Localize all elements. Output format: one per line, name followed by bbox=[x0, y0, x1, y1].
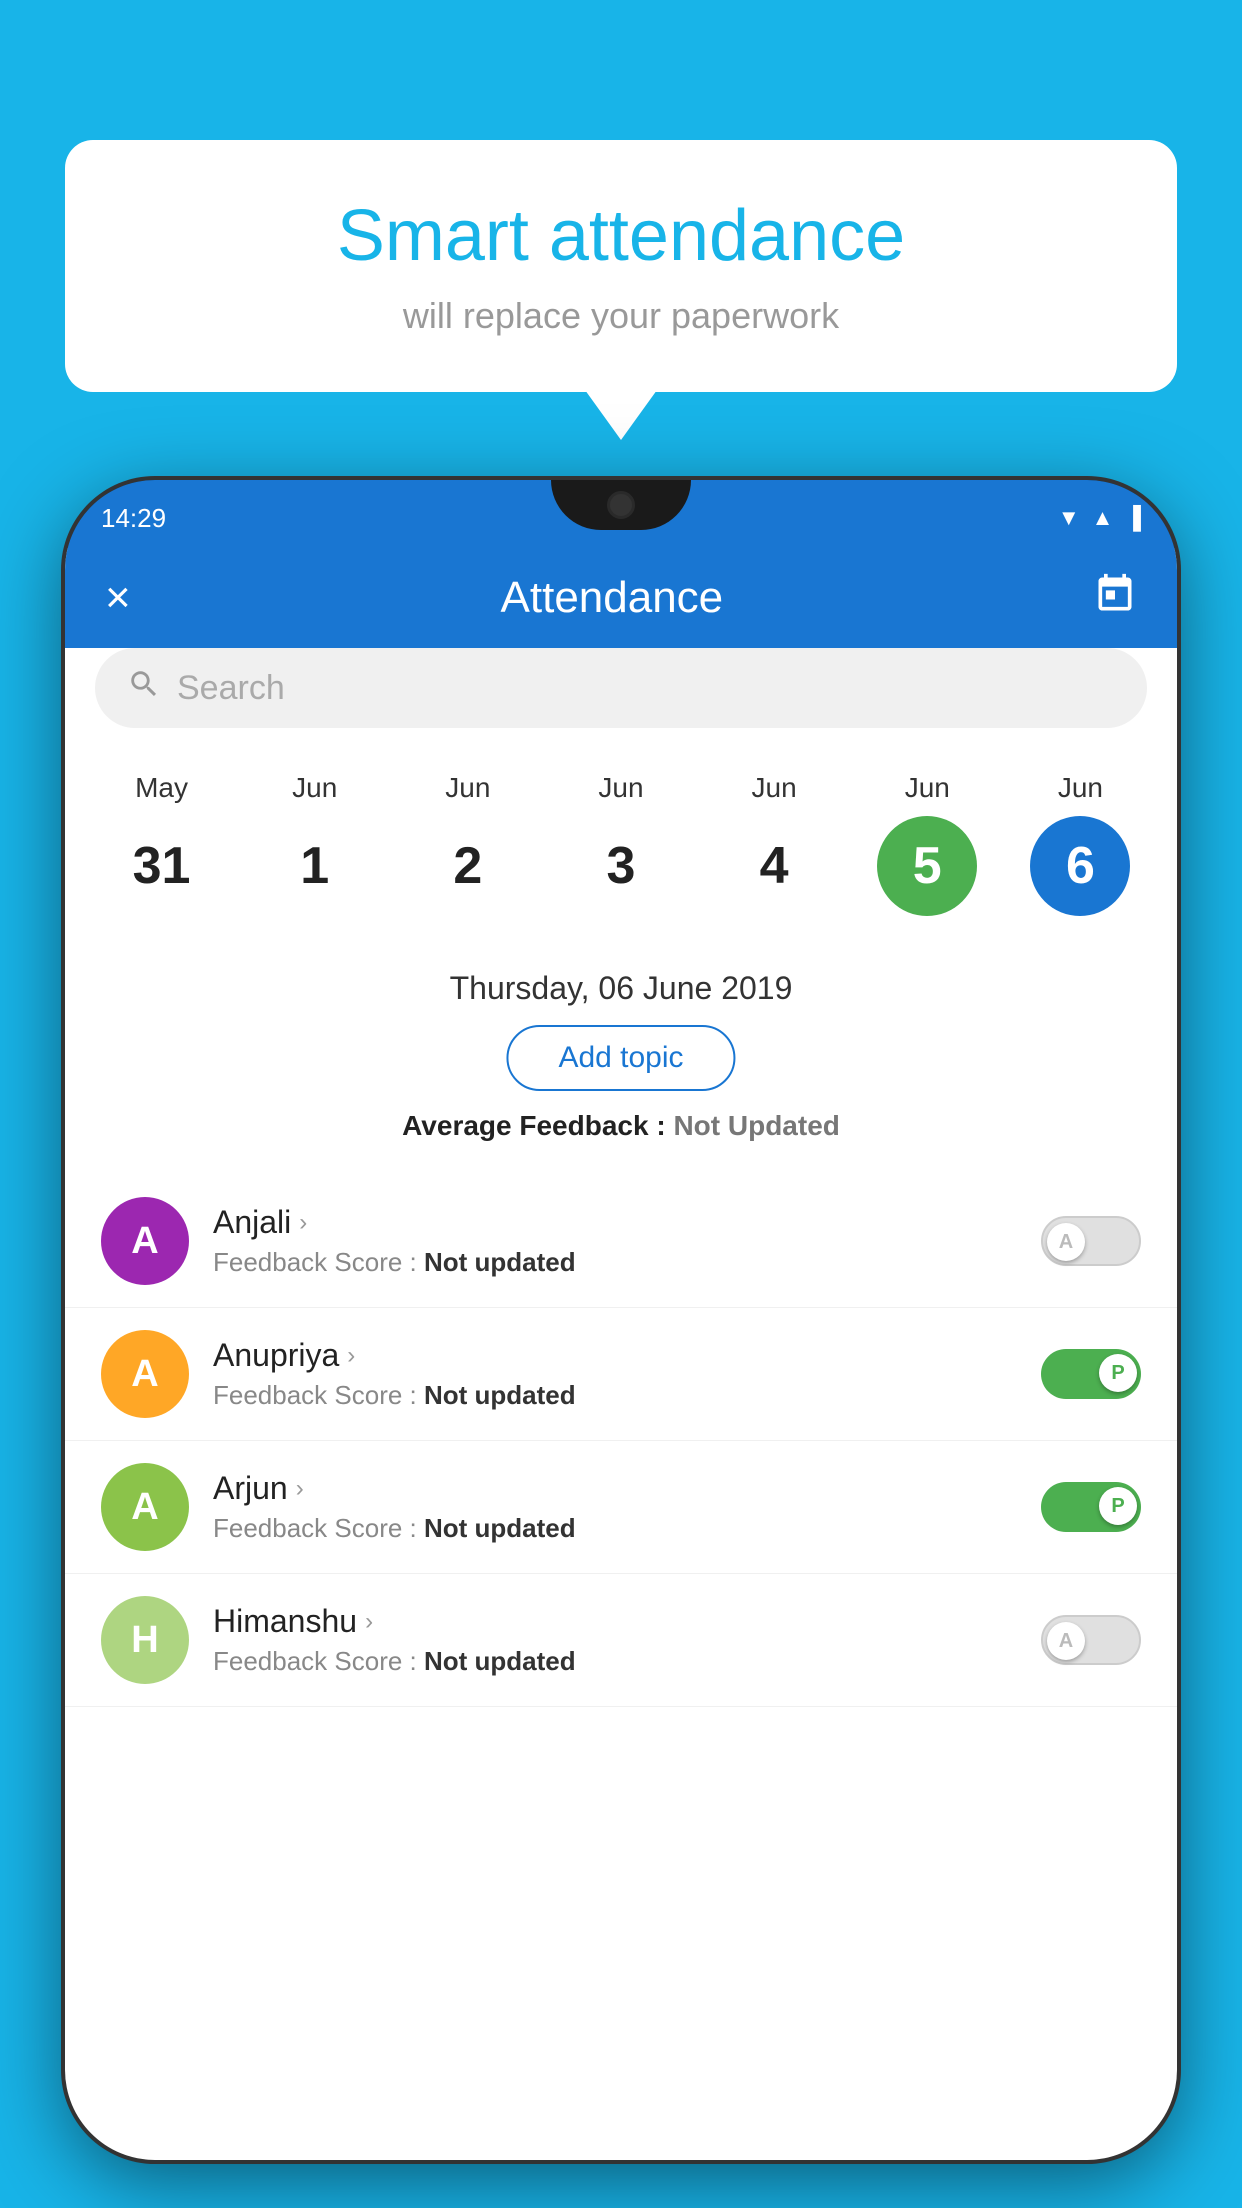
cal-month-3: Jun bbox=[598, 772, 643, 804]
student-name-3: Himanshu › bbox=[213, 1603, 1017, 1640]
toggle-knob-1: P bbox=[1099, 1354, 1137, 1392]
student-info-1: Anupriya › Feedback Score : Not updated bbox=[213, 1337, 1017, 1411]
speech-bubble: Smart attendance will replace your paper… bbox=[65, 140, 1177, 392]
cal-day-4[interactable]: Jun 4 bbox=[709, 772, 839, 916]
student-feedback-3: Feedback Score : Not updated bbox=[213, 1646, 1017, 1677]
speech-bubble-container: Smart attendance will replace your paper… bbox=[65, 140, 1177, 392]
student-avatar-0: A bbox=[101, 1197, 189, 1285]
close-button[interactable]: × bbox=[105, 573, 131, 623]
phone: 14:29 ▼ ▲ ▐ × Attendance S bbox=[65, 480, 1177, 2160]
cal-month-4: Jun bbox=[752, 772, 797, 804]
student-chevron-3: › bbox=[365, 1608, 373, 1636]
wifi-icon: ▼ bbox=[1058, 505, 1080, 531]
signal-icon: ▲ bbox=[1092, 505, 1114, 531]
cal-num-3: 3 bbox=[571, 816, 671, 916]
student-info-0: Anjali › Feedback Score : Not updated bbox=[213, 1204, 1017, 1278]
cal-num-2: 2 bbox=[418, 816, 518, 916]
cal-month-6: Jun bbox=[1058, 772, 1103, 804]
student-name-0: Anjali › bbox=[213, 1204, 1017, 1241]
cal-month-2: Jun bbox=[445, 772, 490, 804]
toggle-knob-0: A bbox=[1047, 1223, 1085, 1261]
avg-feedback: Average Feedback : Not Updated bbox=[65, 1110, 1177, 1142]
student-avatar-3: H bbox=[101, 1596, 189, 1684]
student-list: AAnjali ›Feedback Score : Not updatedAAA… bbox=[65, 1175, 1177, 2160]
cal-num-0: 31 bbox=[112, 816, 212, 916]
student-toggle-3[interactable]: A bbox=[1041, 1615, 1141, 1665]
search-icon bbox=[127, 667, 161, 710]
toggle-knob-3: A bbox=[1047, 1622, 1085, 1660]
student-feedback-1: Feedback Score : Not updated bbox=[213, 1380, 1017, 1411]
selected-date: Thursday, 06 June 2019 bbox=[65, 970, 1177, 1007]
cal-day-5[interactable]: Jun 5 bbox=[862, 772, 992, 916]
cal-month-5: Jun bbox=[905, 772, 950, 804]
student-chevron-2: › bbox=[296, 1475, 304, 1503]
student-toggle-1[interactable]: P bbox=[1041, 1349, 1141, 1399]
battery-icon: ▐ bbox=[1125, 505, 1141, 531]
student-info-3: Himanshu › Feedback Score : Not updated bbox=[213, 1603, 1017, 1677]
avg-feedback-value: Not Updated bbox=[673, 1110, 839, 1141]
cal-day-6[interactable]: Jun 6 bbox=[1015, 772, 1145, 916]
toggle-knob-2: P bbox=[1099, 1487, 1137, 1525]
student-avatar-2: A bbox=[101, 1463, 189, 1551]
calendar-icon[interactable] bbox=[1093, 572, 1137, 625]
cal-num-1: 1 bbox=[265, 816, 365, 916]
student-name-2: Arjun › bbox=[213, 1470, 1017, 1507]
phone-container: 14:29 ▼ ▲ ▐ × Attendance S bbox=[65, 480, 1177, 2208]
student-feedback-2: Feedback Score : Not updated bbox=[213, 1513, 1017, 1544]
student-avatar-1: A bbox=[101, 1330, 189, 1418]
bubble-subtitle: will replace your paperwork bbox=[125, 295, 1117, 337]
header-title: Attendance bbox=[501, 573, 724, 623]
student-name-1: Anupriya › bbox=[213, 1337, 1017, 1374]
search-bar[interactable]: Search bbox=[95, 648, 1147, 728]
cal-num-6: 6 bbox=[1030, 816, 1130, 916]
add-topic-button[interactable]: Add topic bbox=[506, 1025, 735, 1091]
status-icons: ▼ ▲ ▐ bbox=[1058, 505, 1141, 531]
student-feedback-0: Feedback Score : Not updated bbox=[213, 1247, 1017, 1278]
search-input[interactable]: Search bbox=[177, 669, 285, 708]
student-item-1[interactable]: A Anupriya › Feedback Score : Not updated P bbox=[65, 1308, 1177, 1441]
front-camera bbox=[607, 491, 635, 519]
app-header: × Attendance bbox=[65, 548, 1177, 648]
cal-num-5: 5 bbox=[877, 816, 977, 916]
student-chevron-1: › bbox=[347, 1342, 355, 1370]
student-item-3[interactable]: H Himanshu › Feedback Score : Not updated A bbox=[65, 1574, 1177, 1707]
bubble-title: Smart attendance bbox=[125, 195, 1117, 277]
student-toggle-0[interactable]: A bbox=[1041, 1216, 1141, 1266]
status-time: 14:29 bbox=[101, 503, 166, 534]
cal-day-3[interactable]: Jun 3 bbox=[556, 772, 686, 916]
student-toggle-2[interactable]: P bbox=[1041, 1482, 1141, 1532]
cal-month-0: May bbox=[135, 772, 188, 804]
cal-num-4: 4 bbox=[724, 816, 824, 916]
cal-day-2[interactable]: Jun 2 bbox=[403, 772, 533, 916]
cal-day-0[interactable]: May 31 bbox=[97, 772, 227, 916]
avg-feedback-label: Average Feedback : bbox=[402, 1110, 673, 1141]
student-item-2[interactable]: A Arjun › Feedback Score : Not updated P bbox=[65, 1441, 1177, 1574]
student-info-2: Arjun › Feedback Score : Not updated bbox=[213, 1470, 1017, 1544]
cal-month-1: Jun bbox=[292, 772, 337, 804]
student-item-0[interactable]: A Anjali › Feedback Score : Not updated A bbox=[65, 1175, 1177, 1308]
student-chevron-0: › bbox=[299, 1209, 307, 1237]
cal-day-1[interactable]: Jun 1 bbox=[250, 772, 380, 916]
calendar-strip: May 31 Jun 1 Jun 2 Jun 3 Jun 4 Jun 5 Jun 6 bbox=[65, 748, 1177, 916]
